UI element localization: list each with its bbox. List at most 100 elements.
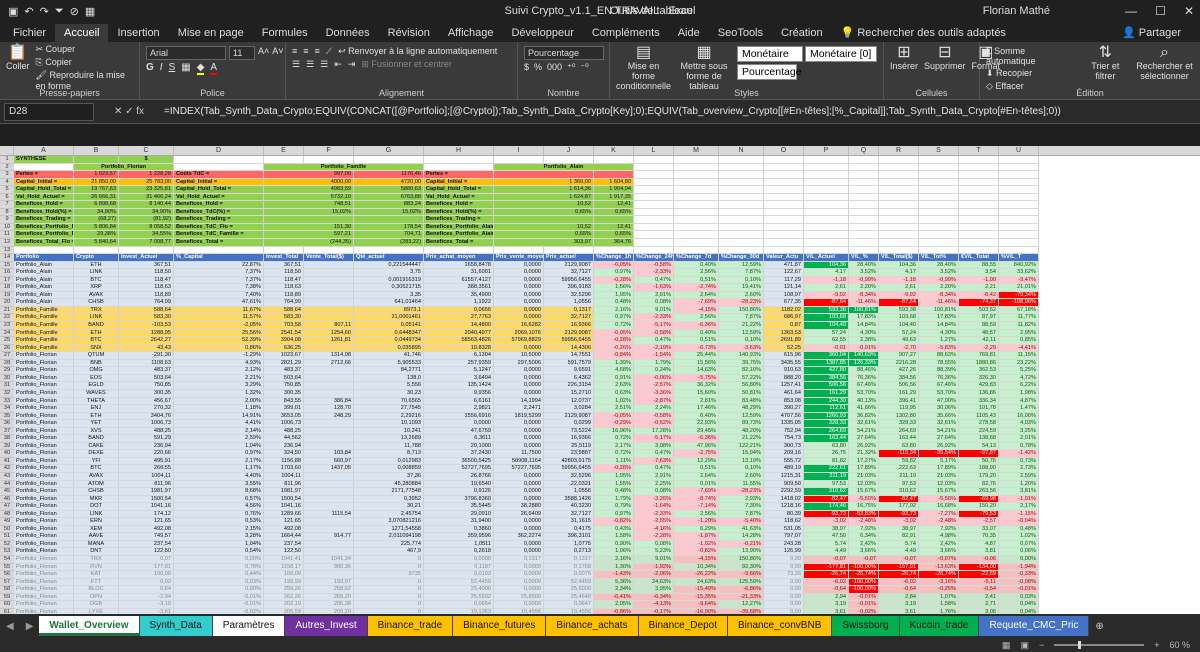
table-cell[interactable]: 257,9359 bbox=[424, 359, 494, 368]
summary-fam-usd[interactable]: 748,51 bbox=[264, 201, 354, 209]
table-cell[interactable]: 591,7579 bbox=[544, 359, 594, 368]
table-cell[interactable]: 21,22% bbox=[719, 322, 764, 330]
summary-flo-label[interactable]: Benefices_Hold = bbox=[14, 201, 74, 209]
table-cell[interactable]: -6,73% bbox=[674, 344, 719, 353]
table-cell[interactable]: -53,83% bbox=[849, 510, 879, 519]
table-cell[interactable]: 35,4900 bbox=[424, 291, 494, 300]
summary-flo-label[interactable]: Benefices_Total_Flo = bbox=[14, 239, 74, 247]
table-cell[interactable]: -5,50% bbox=[919, 495, 959, 504]
table-cell[interactable]: 3653,05 bbox=[264, 412, 304, 421]
table-cell[interactable]: 7,37% bbox=[174, 269, 264, 277]
table-cell[interactable]: 9,6591 bbox=[544, 367, 594, 375]
table-cell[interactable]: -2,70 bbox=[879, 344, 919, 353]
table-cell[interactable]: 0,47% bbox=[634, 276, 674, 285]
column-header-N[interactable]: N bbox=[719, 146, 764, 155]
summary-fam-usd[interactable]: 151,30 bbox=[264, 223, 354, 232]
table-cell[interactable]: 2292,59 bbox=[764, 488, 804, 496]
table-cell[interactable]: 9,01% bbox=[634, 555, 674, 564]
table-cell[interactable]: -0,84% bbox=[594, 352, 634, 360]
table-cell[interactable]: 2,42% bbox=[919, 540, 959, 549]
table-cell[interactable]: 3,0284 bbox=[544, 405, 594, 413]
table-cell[interactable]: 2,91% bbox=[634, 472, 674, 481]
table-cell[interactable]: 104,40 bbox=[804, 322, 849, 330]
cell[interactable] bbox=[919, 171, 959, 179]
table-cell[interactable]: 0,0000 bbox=[494, 314, 544, 323]
table-cell[interactable]: 336,34 bbox=[959, 397, 999, 406]
font-size-select[interactable]: 11 bbox=[229, 46, 255, 60]
table-cell[interactable]: -0,05% bbox=[594, 412, 634, 421]
table-cell[interactable]: 13,19% bbox=[719, 457, 764, 466]
summary-alain-usd[interactable]: 1 360,00 bbox=[494, 178, 594, 187]
table-cell[interactable]: 807,11 bbox=[304, 322, 354, 330]
table-cell[interactable]: 222,61 bbox=[804, 465, 849, 473]
table-cell[interactable]: 1004,11 bbox=[264, 472, 304, 481]
table-cell[interactable]: 506,56 bbox=[879, 382, 919, 390]
table-cell[interactable]: 0,0656 bbox=[424, 306, 494, 315]
cell[interactable] bbox=[879, 223, 919, 232]
table-cell[interactable]: 6,34% bbox=[849, 533, 879, 541]
summary-fam-eur[interactable]: 4720,00 bbox=[354, 178, 424, 187]
summary-fam-eur[interactable]: 5880,63 bbox=[354, 186, 424, 194]
table-cell[interactable]: -4,15% bbox=[674, 306, 719, 315]
table-cell[interactable]: YFI bbox=[74, 457, 119, 466]
table-cell[interactable]: -1,64% bbox=[634, 503, 674, 511]
table-cell[interactable]: 5,905533 bbox=[354, 359, 424, 368]
summary-flo-usd[interactable]: 21 850,00 bbox=[74, 178, 119, 187]
table-cell[interactable]: XRP bbox=[74, 284, 119, 292]
table-cell[interactable]: 0,0647 bbox=[544, 601, 594, 609]
table-cell[interactable] bbox=[304, 299, 354, 307]
table-cell[interactable]: 161,29 bbox=[804, 389, 849, 398]
row-number[interactable]: 39 bbox=[0, 442, 14, 451]
table-cell[interactable]: 2129,9087 bbox=[544, 412, 594, 421]
table-cell[interactable]: 1880,86 bbox=[959, 359, 999, 368]
table-cell[interactable]: FTT bbox=[74, 578, 119, 587]
table-cell[interactable]: 135,1424 bbox=[424, 382, 494, 390]
table-header-12[interactable]: %Change_7d bbox=[674, 254, 719, 262]
portfolio-famille-title[interactable]: Portfolio_Famille bbox=[264, 163, 424, 172]
cell[interactable] bbox=[674, 246, 719, 255]
table-cell[interactable]: 174,12 bbox=[119, 510, 174, 519]
cell[interactable] bbox=[849, 208, 879, 217]
table-cell[interactable]: -5,50% bbox=[849, 495, 879, 504]
table-cell[interactable]: 483,37 bbox=[264, 367, 304, 375]
cell[interactable] bbox=[544, 246, 594, 255]
cell[interactable] bbox=[804, 171, 849, 179]
table-cell[interactable]: 0,10% bbox=[719, 276, 764, 285]
cell[interactable] bbox=[919, 156, 959, 164]
table-cell[interactable]: 25,4640 bbox=[544, 593, 594, 602]
cell[interactable] bbox=[764, 223, 804, 232]
row-number[interactable]: 19 bbox=[0, 291, 14, 300]
table-header-15[interactable]: V/L_Actuel bbox=[804, 254, 849, 262]
table-cell[interactable]: 58563,4826 bbox=[424, 337, 494, 345]
table-cell[interactable]: 1,06% bbox=[594, 548, 634, 556]
table-cell[interactable]: THETA bbox=[74, 397, 119, 406]
table-cell[interactable]: 0,78% bbox=[999, 442, 1039, 451]
table-cell[interactable]: 104,36 bbox=[804, 261, 849, 270]
table-cell[interactable]: 3,95% bbox=[634, 586, 674, 594]
table-cell[interactable]: 10,5000 bbox=[494, 352, 544, 360]
table-cell[interactable]: LINK bbox=[74, 314, 119, 323]
table-cell[interactable]: 20,1000 bbox=[424, 442, 494, 451]
cell[interactable] bbox=[879, 208, 919, 217]
table-cell[interactable]: 7,38% bbox=[174, 284, 264, 292]
table-cell[interactable]: -100,00% bbox=[849, 586, 879, 594]
table-cell[interactable] bbox=[304, 548, 354, 556]
table-cell[interactable]: 2642,27 bbox=[119, 337, 174, 345]
table-cell[interactable]: 362,53 bbox=[959, 367, 999, 375]
table-cell[interactable]: 2,17% bbox=[594, 442, 634, 451]
row-number[interactable]: 23 bbox=[0, 322, 14, 330]
table-cell[interactable]: 2171,77548 bbox=[354, 488, 424, 496]
table-cell[interactable]: 0,48% bbox=[594, 299, 634, 307]
table-cell[interactable]: 70,35 bbox=[959, 533, 999, 541]
cell[interactable] bbox=[919, 186, 959, 194]
table-cell[interactable]: -69,98 bbox=[959, 495, 999, 504]
table-cell[interactable]: 38,2880 bbox=[494, 503, 544, 511]
table-cell[interactable]: Portfolio_Alain bbox=[14, 261, 74, 270]
summary-flo-eur[interactable]: 8 140,44 bbox=[119, 201, 174, 209]
table-cell[interactable]: 45,280884 bbox=[354, 480, 424, 489]
column-header-H[interactable]: H bbox=[424, 146, 494, 155]
table-cell[interactable]: DNT bbox=[74, 548, 119, 556]
table-cell[interactable]: 9735 bbox=[354, 571, 424, 579]
table-cell[interactable]: 26,92% bbox=[849, 442, 879, 451]
page-layout-icon[interactable]: ▣ bbox=[1020, 640, 1029, 651]
